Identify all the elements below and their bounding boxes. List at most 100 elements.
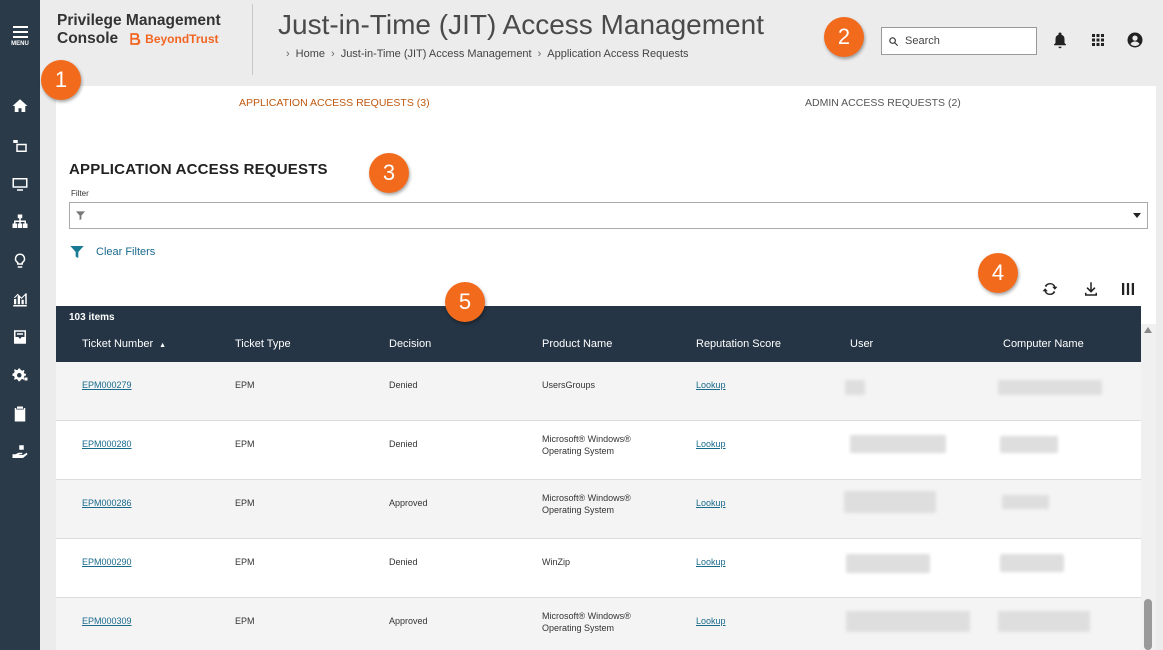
tab-admin-access-requests[interactable]: ADMIN ACCESS REQUESTS (2) bbox=[805, 97, 961, 109]
nav-hierarchy-icon[interactable] bbox=[0, 208, 40, 236]
breadcrumb-chevron-icon: › bbox=[331, 48, 335, 60]
nav-access-request-icon[interactable] bbox=[0, 438, 40, 466]
reputation-lookup-link[interactable]: Lookup bbox=[696, 615, 726, 627]
column-header-product-name[interactable]: Product Name bbox=[542, 338, 612, 350]
callout-badge-5: 5 bbox=[445, 282, 485, 322]
breadcrumb: › Home › Just-in-Time (JIT) Access Manag… bbox=[286, 48, 689, 60]
beyondtrust-logo-icon bbox=[130, 33, 141, 45]
reputation-lookup-link[interactable]: Lookup bbox=[696, 438, 726, 450]
decision-cell: Denied bbox=[389, 557, 418, 567]
table-row[interactable]: EPM000280 EPM Denied Microsoft® Windows®… bbox=[56, 421, 1141, 480]
column-header-ticket-number[interactable]: Ticket Number ▲ bbox=[82, 338, 166, 350]
reputation-lookup-link[interactable]: Lookup bbox=[696, 556, 726, 568]
user-redacted bbox=[844, 491, 936, 513]
nav-home-icon[interactable] bbox=[0, 92, 40, 120]
table-row[interactable]: EPM000286 EPM Approved Microsoft® Window… bbox=[56, 480, 1141, 539]
sort-ascending-icon: ▲ bbox=[159, 342, 167, 349]
side-navigation: MENU bbox=[0, 0, 40, 650]
dropdown-arrow-icon bbox=[1133, 213, 1141, 218]
nav-clipboard-icon[interactable] bbox=[0, 400, 40, 428]
clear-filters-label: Clear Filters bbox=[96, 246, 156, 258]
column-header-decision[interactable]: Decision bbox=[389, 338, 431, 350]
filter-icon bbox=[75, 211, 86, 221]
nav-settings-icon[interactable] bbox=[0, 362, 40, 390]
grid-scrollbar[interactable] bbox=[1141, 324, 1156, 650]
brand-line-2: Console bbox=[57, 30, 119, 47]
table-row[interactable]: EPM000309 EPM Approved Microsoft® Window… bbox=[56, 598, 1141, 650]
table-row[interactable]: EPM000290 EPM Denied WinZip Lookup bbox=[56, 539, 1141, 598]
column-header-computer-name[interactable]: Computer Name bbox=[1003, 338, 1084, 350]
callout-badge-4: 4 bbox=[978, 253, 1018, 293]
user-redacted bbox=[846, 611, 970, 632]
filter-label: Filter bbox=[71, 189, 89, 198]
grid-body: EPM000279 EPM Denied UsersGroups Lookup … bbox=[56, 362, 1141, 650]
apps-grid-icon[interactable] bbox=[1088, 30, 1108, 50]
reputation-lookup-link[interactable]: Lookup bbox=[696, 497, 726, 509]
search-input[interactable] bbox=[905, 35, 1025, 47]
items-count: 103 items bbox=[69, 312, 115, 323]
ticket-type-cell: EPM bbox=[235, 498, 255, 508]
section-title: APPLICATION ACCESS REQUESTS bbox=[69, 161, 328, 178]
clear-filter-funnel-icon bbox=[70, 246, 84, 258]
scroll-up-arrow-icon[interactable] bbox=[1144, 327, 1152, 333]
ticket-type-cell: EPM bbox=[235, 380, 255, 390]
notifications-bell-icon[interactable] bbox=[1050, 30, 1070, 50]
product-name-cell: Microsoft® Windows® Operating System bbox=[542, 611, 631, 633]
ticket-number-link[interactable]: EPM000290 bbox=[82, 556, 132, 568]
breadcrumb-current: Application Access Requests bbox=[547, 48, 689, 60]
ticket-type-cell: EPM bbox=[235, 557, 255, 567]
breadcrumb-chevron-icon: › bbox=[286, 48, 290, 60]
computer-name-redacted bbox=[1000, 436, 1058, 453]
nav-inbox-icon[interactable] bbox=[0, 323, 40, 351]
product-brand: Privilege Management Console BeyondTrust bbox=[57, 12, 221, 48]
table-row[interactable]: EPM000279 EPM Denied UsersGroups Lookup bbox=[56, 362, 1141, 421]
nav-lightbulb-icon[interactable] bbox=[0, 247, 40, 275]
download-icon[interactable] bbox=[1081, 279, 1101, 299]
column-header-user[interactable]: User bbox=[850, 338, 873, 350]
main-panel: APPLICATION ACCESS REQUESTS (3) ADMIN AC… bbox=[56, 86, 1156, 650]
breadcrumb-home[interactable]: Home bbox=[296, 48, 325, 60]
columns-icon[interactable] bbox=[1118, 279, 1138, 299]
user-redacted bbox=[850, 435, 946, 453]
ticket-number-link[interactable]: EPM000280 bbox=[82, 438, 132, 450]
nav-computers-icon[interactable] bbox=[0, 170, 40, 198]
beyondtrust-logo: BeyondTrust bbox=[128, 30, 219, 48]
menu-button[interactable]: MENU bbox=[0, 22, 40, 58]
page-title: Just-in-Time (JIT) Access Management bbox=[278, 9, 764, 40]
product-name-cell: Microsoft® Windows® Operating System bbox=[542, 434, 631, 456]
ticket-number-link[interactable]: EPM000309 bbox=[82, 615, 132, 627]
ticket-number-link[interactable]: EPM000286 bbox=[82, 497, 132, 509]
tab-application-access-requests[interactable]: APPLICATION ACCESS REQUESTS (3) bbox=[239, 97, 430, 109]
computer-name-redacted bbox=[998, 380, 1102, 395]
menu-label: MENU bbox=[11, 41, 29, 47]
header-divider bbox=[252, 4, 253, 75]
search-box[interactable] bbox=[881, 27, 1037, 55]
clear-filters-button[interactable]: Clear Filters bbox=[69, 244, 155, 260]
nav-reports-icon[interactable] bbox=[0, 285, 40, 313]
ticket-number-link[interactable]: EPM000279 bbox=[82, 379, 132, 391]
nav-computer-groups-icon[interactable] bbox=[0, 132, 40, 160]
user-account-icon[interactable] bbox=[1125, 30, 1145, 50]
column-header-ticket-type[interactable]: Ticket Type bbox=[235, 338, 291, 350]
search-icon bbox=[889, 36, 899, 46]
hamburger-icon bbox=[12, 26, 28, 38]
grid-header: 103 items Ticket Number ▲ Ticket Type Dec… bbox=[56, 306, 1141, 362]
filter-dropdown[interactable] bbox=[69, 202, 1148, 229]
computer-name-redacted bbox=[998, 611, 1090, 632]
product-name-cell: WinZip bbox=[542, 557, 571, 567]
refresh-icon[interactable] bbox=[1040, 279, 1060, 299]
column-header-reputation-score[interactable]: Reputation Score bbox=[696, 338, 781, 350]
brand-line-1: Privilege Management bbox=[57, 12, 221, 29]
logo-text: BeyondTrust bbox=[145, 32, 219, 46]
callout-badge-1: 1 bbox=[41, 60, 81, 100]
decision-cell: Approved bbox=[389, 498, 428, 508]
scroll-thumb[interactable] bbox=[1144, 599, 1152, 650]
breadcrumb-jit-access[interactable]: Just-in-Time (JIT) Access Management bbox=[341, 48, 532, 60]
computer-name-redacted bbox=[1000, 554, 1064, 572]
decision-cell: Denied bbox=[389, 439, 418, 449]
reputation-lookup-link[interactable]: Lookup bbox=[696, 379, 726, 391]
tab-bar: APPLICATION ACCESS REQUESTS (3) ADMIN AC… bbox=[56, 86, 1156, 122]
ticket-type-cell: EPM bbox=[235, 616, 255, 626]
user-redacted bbox=[845, 380, 865, 395]
ticket-type-cell: EPM bbox=[235, 439, 255, 449]
